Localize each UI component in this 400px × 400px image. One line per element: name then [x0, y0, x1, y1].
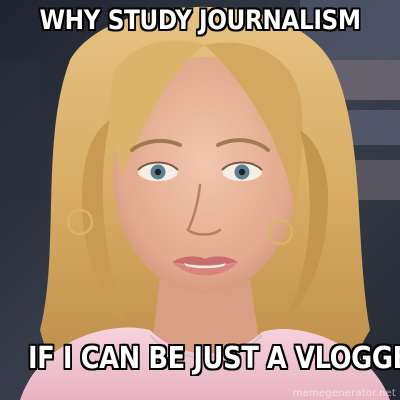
right-pupil: [238, 168, 246, 176]
watermark: memegenerator.net: [292, 388, 396, 399]
left-pupil: [154, 168, 162, 176]
top-caption: WHY STUDY JOURNALISM: [39, 5, 361, 36]
bottom-caption: IF I CAN BE JUST A VLOGGER: [28, 341, 400, 376]
background-stripe-5: [0, 60, 40, 200]
meme-image: WHY STUDY JOURNALISM IF I CAN BE JUST A …: [0, 0, 400, 400]
